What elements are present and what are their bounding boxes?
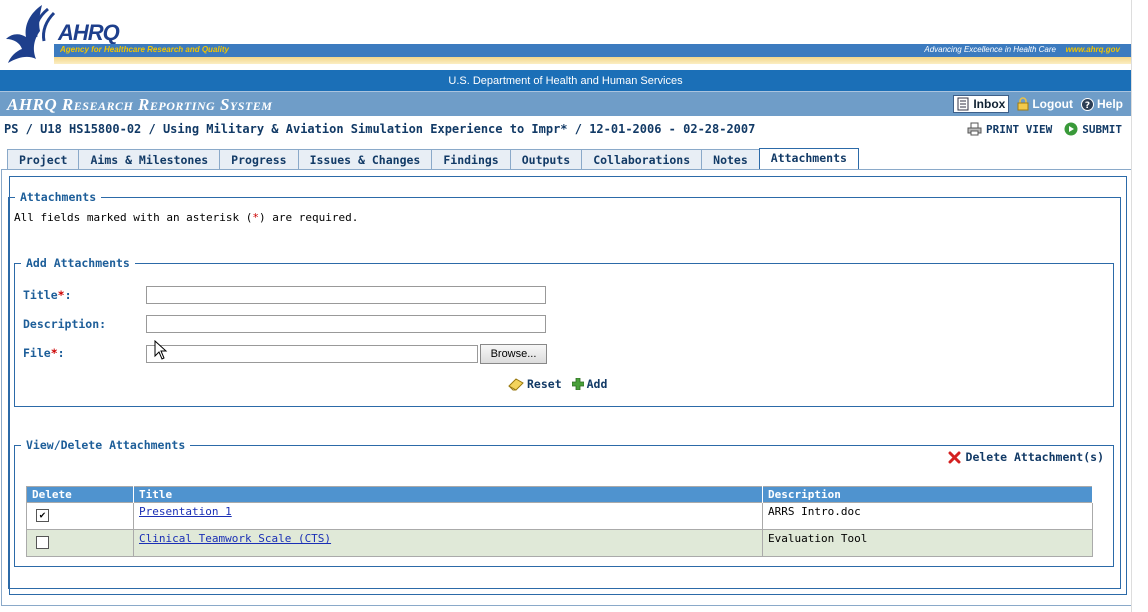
submit-label: SUBMIT [1082, 122, 1122, 136]
breadcrumb: PS / U18 HS15800-02 / Using Military & A… [4, 122, 756, 136]
description-input[interactable] [146, 315, 546, 333]
printer-icon [967, 122, 982, 136]
logout-link[interactable]: Logout [1017, 97, 1073, 111]
column-header-delete: Delete [26, 486, 134, 503]
column-header-title: Title [133, 486, 763, 503]
table-header-row: Delete Title Description [26, 486, 1093, 503]
browse-button[interactable]: Browse... [480, 344, 547, 364]
add-label: Add [586, 377, 608, 391]
form-actions: Reset Add [508, 377, 607, 391]
print-view-link[interactable]: PRINT VIEW [967, 122, 1052, 136]
title-cell: Clinical Teamwork Scale (CTS) [133, 529, 763, 557]
required-note-text-end: ) are required. [259, 211, 359, 224]
inbox-label: Inbox [973, 97, 1006, 111]
description-label: Description: [23, 317, 107, 331]
hhs-band: U.S. Department of Health and Human Serv… [0, 70, 1131, 91]
svg-text:?: ? [1085, 101, 1090, 111]
system-title: AHRQ Research Reporting System [7, 95, 273, 114]
help-icon: ? [1080, 97, 1094, 111]
title-label-text: Title [23, 288, 58, 302]
agency-tagline: Advancing Excellence in Health Care [924, 45, 1056, 54]
system-title-bar: AHRQ Research Reporting System Inbox Log… [0, 91, 1131, 116]
title-input[interactable] [146, 286, 546, 304]
title-label: Title*: [23, 288, 72, 302]
title-label-colon: : [64, 288, 72, 302]
tab-project[interactable]: Project [7, 149, 80, 170]
gold-band [54, 57, 1131, 64]
lock-icon [1017, 97, 1029, 111]
tab-collaborations[interactable]: Collaborations [581, 149, 703, 170]
attachment-title-link[interactable]: Clinical Teamwork Scale (CTS) [139, 532, 331, 545]
view-delete-legend: View/Delete Attachments [26, 438, 186, 452]
file-label: File*: [23, 346, 65, 360]
delete-cell: ✔ [26, 502, 134, 530]
attachments-table: Delete Title Description ✔ Presentation … [26, 486, 1093, 557]
site-url-link[interactable]: www.ahrq.gov [1066, 45, 1120, 54]
plus-icon [571, 378, 584, 390]
add-button[interactable]: Add [571, 377, 608, 391]
column-header-description: Description [762, 486, 1093, 503]
attachment-title-link[interactable]: Presentation 1 [139, 505, 232, 518]
tab-issues-changes[interactable]: Issues & Changes [297, 149, 433, 170]
play-circle-icon [1064, 122, 1078, 136]
help-link[interactable]: ? Help [1080, 97, 1123, 111]
file-path-input[interactable] [146, 345, 478, 363]
delete-attachments-button[interactable]: Delete Attachment(s) [948, 450, 1104, 464]
file-required-asterisk: * [50, 346, 58, 360]
title-cell: Presentation 1 [133, 502, 763, 530]
tab-progress[interactable]: Progress [219, 149, 299, 170]
logout-label: Logout [1032, 97, 1073, 111]
file-label-text: File [23, 346, 51, 360]
submit-link[interactable]: SUBMIT [1064, 122, 1122, 136]
help-label: Help [1096, 97, 1123, 111]
tab-aims-milestones[interactable]: Aims & Milestones [78, 149, 221, 170]
delete-attachments-label: Delete Attachment(s) [965, 450, 1104, 464]
page-actions: PRINT VIEW SUBMIT [967, 122, 1122, 136]
required-note-text: All fields marked with an asterisk ( [14, 211, 253, 224]
tab-attachments[interactable]: Attachments [758, 148, 859, 170]
title-required-asterisk: * [57, 288, 65, 302]
file-label-colon: : [57, 346, 65, 360]
add-attachments-legend: Add Attachments [26, 256, 130, 270]
reset-label: Reset [527, 377, 562, 391]
delete-checkbox[interactable] [36, 536, 49, 549]
eraser-icon [508, 377, 524, 391]
agency-name: Agency for Healthcare Research and Quali… [60, 45, 229, 54]
description-cell: Evaluation Tool [762, 529, 1093, 557]
delete-cell [26, 529, 134, 557]
tab-notes[interactable]: Notes [701, 149, 760, 170]
table-row: Clinical Teamwork Scale (CTS) Evaluation… [26, 529, 1093, 557]
tab-findings[interactable]: Findings [431, 149, 511, 170]
print-view-label: PRINT VIEW [986, 122, 1053, 136]
delete-checkbox[interactable]: ✔ [36, 509, 49, 522]
inbox-icon [957, 97, 969, 111]
window-edge [1131, 0, 1148, 612]
tab-bar: Project Aims & Milestones Progress Issue… [7, 148, 859, 170]
tab-outputs[interactable]: Outputs [509, 149, 583, 170]
inbox-button[interactable]: Inbox [953, 95, 1010, 113]
red-x-icon [948, 451, 961, 463]
reset-button[interactable]: Reset [508, 377, 562, 391]
hhs-eagle-logo [6, 5, 56, 63]
mouse-cursor-icon [154, 340, 168, 360]
required-note: All fields marked with an asterisk (*) a… [14, 211, 358, 224]
attachments-legend: Attachments [20, 190, 97, 204]
ahrq-logo-text: AHRQ [58, 20, 120, 45]
titlebar-links: Inbox Logout ? Help [953, 95, 1123, 113]
description-cell: ARRS Intro.doc [762, 502, 1093, 530]
table-row: ✔ Presentation 1 ARRS Intro.doc [26, 502, 1093, 530]
